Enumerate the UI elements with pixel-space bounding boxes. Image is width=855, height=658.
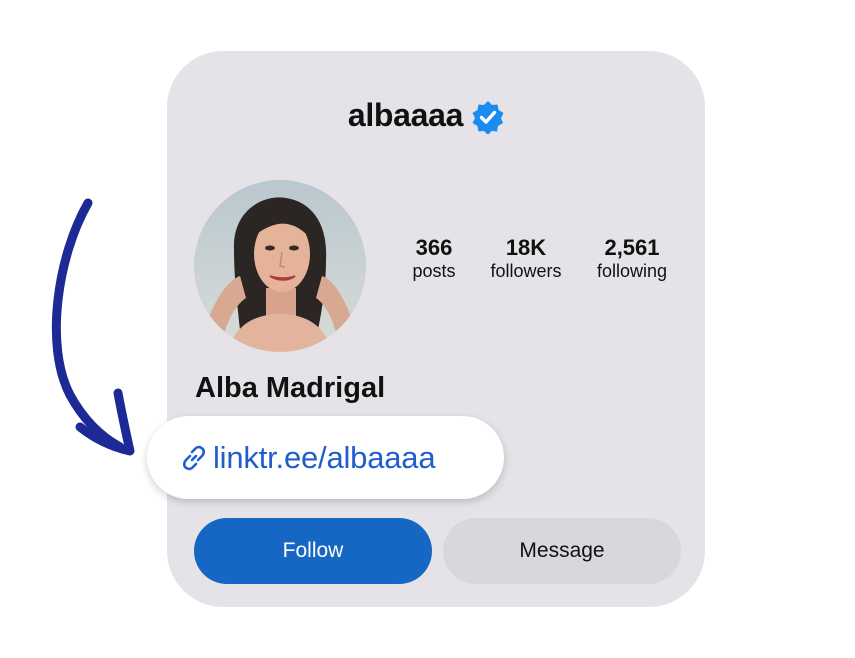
stat-posts[interactable]: 366 posts <box>412 236 455 282</box>
full-name: Alba Madrigal <box>195 372 386 404</box>
stat-value: 18K <box>505 235 547 260</box>
stat-following[interactable]: 2,561 following <box>597 236 667 282</box>
stat-label: followers <box>490 261 562 281</box>
stat-followers[interactable]: 18K followers <box>490 236 561 282</box>
link-text: linktr.ee/albaaaa <box>213 439 436 475</box>
bio-link[interactable]: linktr.ee/albaaaa <box>147 416 504 499</box>
username-row: albaaaa <box>0 96 854 134</box>
verified-badge-icon <box>472 101 504 134</box>
username: albaaaa <box>347 96 464 133</box>
stat-label: posts <box>412 261 456 281</box>
link-icon <box>182 445 206 470</box>
stats-row: 366 posts 18K followers 2,561 following <box>0 236 855 286</box>
message-button[interactable]: Message <box>443 518 681 584</box>
stage: albaaaa 366 posts 18K followers 2,561 fo… <box>0 0 855 658</box>
follow-button[interactable]: Follow <box>194 518 432 584</box>
stat-label: following <box>596 261 668 281</box>
stat-value: 366 <box>415 235 453 260</box>
stat-value: 2,561 <box>604 235 660 260</box>
